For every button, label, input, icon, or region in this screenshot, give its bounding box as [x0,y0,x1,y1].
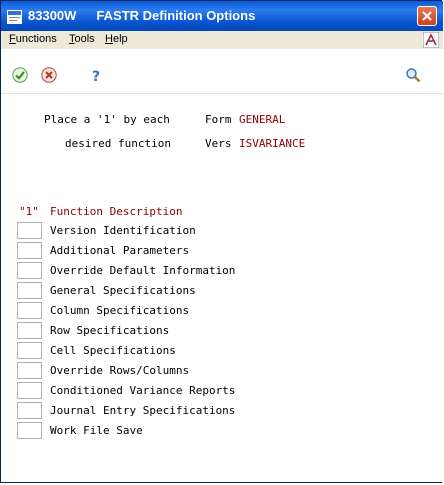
menu-help[interactable]: Help [105,33,128,45]
function-label: Work File Save [50,424,143,437]
toolbar: ? [1,49,443,94]
window-title: 83300W FASTR Definition Options [28,8,275,23]
window-title-label: FASTR Definition Options [96,8,256,23]
app-icon [7,9,22,24]
close-button[interactable] [417,6,437,26]
function-label: General Specifications [50,284,196,297]
menu-functions[interactable]: Functions [9,33,57,45]
program-id: 83300W [28,8,77,23]
function-select-input[interactable] [17,362,42,379]
search-magnifier-icon[interactable] [405,67,421,83]
function-label: Row Specifications [50,324,170,337]
help-question-icon[interactable]: ? [88,67,104,85]
function-label: Override Rows/Columns [50,364,190,377]
vers-label: Vers [205,137,232,150]
function-select-input[interactable] [17,222,42,239]
function-label: Additional Parameters [50,244,190,257]
function-select-input[interactable] [17,402,42,419]
function-label: Version Identification [50,224,196,237]
function-label: Cell Specifications [50,344,176,357]
function-label: Column Specifications [50,304,190,317]
menu-tools[interactable]: Tools [69,33,95,45]
function-select-input[interactable] [17,382,42,399]
function-select-input[interactable] [17,422,42,439]
function-select-input[interactable] [17,322,42,339]
description-column-header: Function Description [50,205,183,218]
select-column-header: "1" [19,205,39,218]
function-select-input[interactable] [17,302,42,319]
ok-check-icon[interactable] [12,67,28,83]
function-select-input[interactable] [17,242,42,259]
function-label: Override Default Information [50,264,236,277]
function-label: Journal Entry Specifications [50,404,236,417]
vers-value: ISVARIANCE [239,137,306,150]
jde-logo-icon [422,31,440,49]
instruction-line-2: desired function [65,137,171,150]
title-bar[interactable]: 83300W FASTR Definition Options [1,1,443,31]
function-select-input[interactable] [17,262,42,279]
cancel-x-icon[interactable] [41,67,57,83]
form-value: GENERAL [239,113,286,126]
function-select-input[interactable] [17,282,42,299]
form-content: Place a '1' by each desired function For… [1,94,443,482]
function-select-input[interactable] [17,342,42,359]
menu-bar: Functions Tools Help [1,31,443,50]
function-label: Conditioned Variance Reports [50,384,236,397]
close-icon [422,11,432,21]
svg-text:?: ? [92,69,100,83]
form-label: Form [205,113,232,126]
instruction-line-1: Place a '1' by each [44,113,170,126]
application-window: 83300W FASTR Definition Options Functions… [0,0,443,483]
